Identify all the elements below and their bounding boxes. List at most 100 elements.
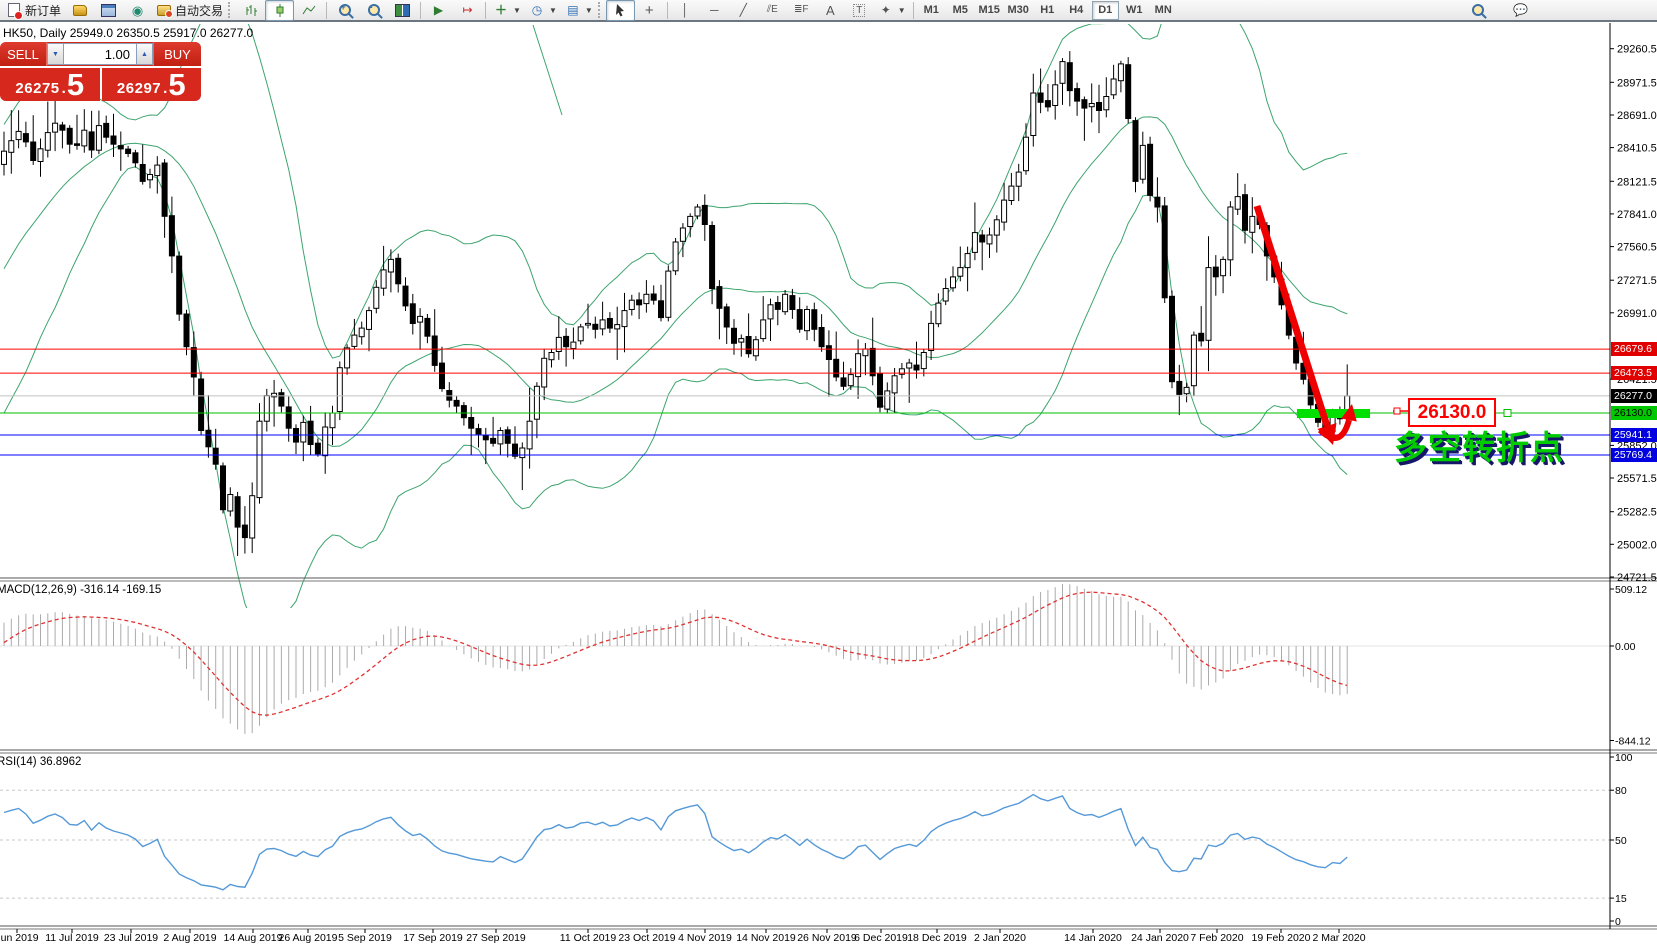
auto-scroll-button[interactable]: ▶ [424, 0, 453, 21]
clock-icon: ◷ [531, 3, 543, 17]
toolbar-grip [228, 2, 233, 18]
rsi-tick-label: 100 [1615, 752, 1633, 764]
toolbar-separator [326, 1, 328, 19]
triangle-up-icon: ▲ [141, 50, 148, 58]
candles [1, 51, 1351, 556]
template-icon: ▤ [567, 3, 579, 17]
date-tick-label: 2 Aug 2019 [163, 932, 216, 944]
signal-icon: ◉ [131, 2, 144, 18]
date-tick-label: 26 Nov 2019 [797, 932, 857, 944]
trendline-button[interactable]: ╱ [729, 0, 758, 21]
market-watch-button[interactable] [65, 0, 94, 21]
vertical-line-button[interactable]: │ [671, 0, 700, 21]
price-badge: 26679.6 [1611, 342, 1657, 356]
toolbar-separator [485, 1, 487, 19]
auto-trading-button[interactable]: 自动交易 [152, 0, 227, 21]
buy-button[interactable]: BUY [153, 42, 201, 66]
crosshair-icon: + [644, 1, 654, 19]
toolbar-separator [912, 1, 914, 19]
text-button[interactable]: A [816, 0, 845, 21]
rsi-pane-label: RSI(14) 36.8962 [0, 756, 82, 768]
tile-windows-icon [395, 3, 411, 17]
text-icon: A [825, 2, 835, 18]
sell-price: 26275 [15, 80, 60, 97]
date-tick-label: 27 Sep 2019 [466, 932, 526, 944]
chevron-down-icon: ▼ [897, 5, 906, 15]
price-tick-label: 26991.0 [1617, 308, 1657, 320]
main-toolbar: 新订单 ◉ 自动交易 + - ▶ ↦ ＋ ▼ ◷ ▼ ▤ ▼ + │ ─ ╱ ⫽… [0, 0, 1657, 22]
turning-point-annotation[interactable]: 多空转折点 [1394, 421, 1564, 469]
toolbar-separator [666, 1, 668, 19]
text-label-button[interactable]: T [845, 0, 874, 21]
tab-m15[interactable]: M15 [976, 1, 1003, 20]
volume-input[interactable] [64, 43, 136, 65]
tab-m5[interactable]: M5 [947, 1, 974, 20]
volume-increase-button[interactable]: ▲ [136, 43, 153, 65]
date-tick-label: 26 Aug 2019 [279, 932, 338, 944]
horizontal-line-button[interactable]: ─ [700, 0, 729, 21]
rsi-tick-label: 80 [1615, 785, 1627, 797]
equidistant-channel-icon: ⫽E [766, 4, 778, 15]
price-tick-label: 28691.0 [1617, 110, 1657, 122]
price-tick-label: 28121.5 [1617, 176, 1657, 188]
rsi-line [3, 793, 1348, 891]
tab-m1[interactable]: M1 [918, 1, 945, 20]
templates-button[interactable]: ▤ ▼ [561, 0, 597, 21]
tab-h4[interactable]: H4 [1063, 1, 1090, 20]
cursor-button[interactable] [605, 0, 635, 21]
chart-shift-icon: ↦ [462, 3, 473, 17]
chat-button[interactable]: 💬 [1506, 0, 1535, 21]
buy-price-panel[interactable]: 26297. 5 [101, 68, 201, 101]
line-chart-button[interactable] [294, 0, 323, 21]
cursor-icon [616, 4, 625, 17]
data-window-button[interactable] [94, 0, 123, 21]
sell-button[interactable]: SELL [0, 42, 47, 66]
candlestick-chart-button[interactable] [265, 0, 295, 21]
zoom-in-icon: + [338, 3, 351, 16]
horizontal-line-icon: ─ [710, 3, 719, 17]
chevron-down-icon: ▼ [548, 5, 557, 15]
tab-h1[interactable]: H1 [1034, 1, 1061, 20]
bar-chart-button[interactable] [236, 0, 265, 21]
date-tick-label: Jun 2019 [0, 932, 39, 944]
trendline-icon: ╱ [739, 3, 747, 17]
tab-mn[interactable]: MN [1150, 1, 1177, 20]
new-order-button[interactable]: 新订单 [2, 0, 65, 21]
highlight-bar [1297, 409, 1370, 418]
tab-d1[interactable]: D1 [1091, 0, 1119, 20]
sell-price-panel[interactable]: 26275. 5 [0, 68, 100, 101]
search-button[interactable] [1463, 0, 1492, 21]
crosshair-button[interactable]: + [635, 0, 664, 21]
tab-w1[interactable]: W1 [1121, 1, 1148, 20]
periods-button[interactable]: ◷ ▼ [525, 0, 561, 21]
price-badge: 26473.5 [1611, 366, 1657, 380]
price-tick-label: 27271.5 [1617, 275, 1657, 287]
arrows-button[interactable]: ✦ ▼ [874, 0, 910, 21]
price-tick-label: 29260.5 [1617, 44, 1657, 56]
toolbar-separator [420, 1, 422, 19]
search-icon [1471, 4, 1484, 16]
price-tick-label: 25282.5 [1617, 507, 1657, 519]
price-chart[interactable]: 29260.5 28971.5 28691.0 28410.5 28121.5 27841… [0, 0, 1657, 944]
price-badge: 25941.1 [1611, 428, 1657, 442]
date-tick-label: 11 Oct 2019 [560, 932, 617, 944]
vertical-line-icon: │ [681, 3, 690, 17]
chart-shift-button[interactable]: ↦ [453, 0, 482, 21]
equidistant-channel-button[interactable]: ⫽E [758, 0, 787, 21]
price-tick-label: 25002.0 [1617, 539, 1657, 551]
zoom-out-button[interactable]: - [359, 0, 388, 21]
macd-tick-label: 509.12 [1615, 584, 1647, 596]
date-tick-label: 24 Jan 2020 [1131, 932, 1189, 944]
indicators-button[interactable]: ＋ ▼ [489, 0, 525, 21]
tab-m30[interactable]: M30 [1005, 1, 1032, 20]
tile-windows-button[interactable] [388, 0, 417, 21]
price-tick-label: 25571.5 [1617, 473, 1657, 485]
price-badge: 26130.0 [1611, 406, 1657, 420]
fibonacci-button[interactable]: ≣F [787, 0, 816, 21]
chart-canvas[interactable]: 29260.5 28971.5 28691.0 28410.5 28121.5 27841… [0, 0, 1657, 944]
volume-decrease-button[interactable]: ▼ [47, 43, 64, 65]
signals-button[interactable]: ◉ [123, 0, 152, 21]
zoom-in-button[interactable]: + [330, 0, 359, 21]
market-watch-icon [72, 4, 87, 16]
chevron-down-icon: ▼ [584, 5, 593, 15]
